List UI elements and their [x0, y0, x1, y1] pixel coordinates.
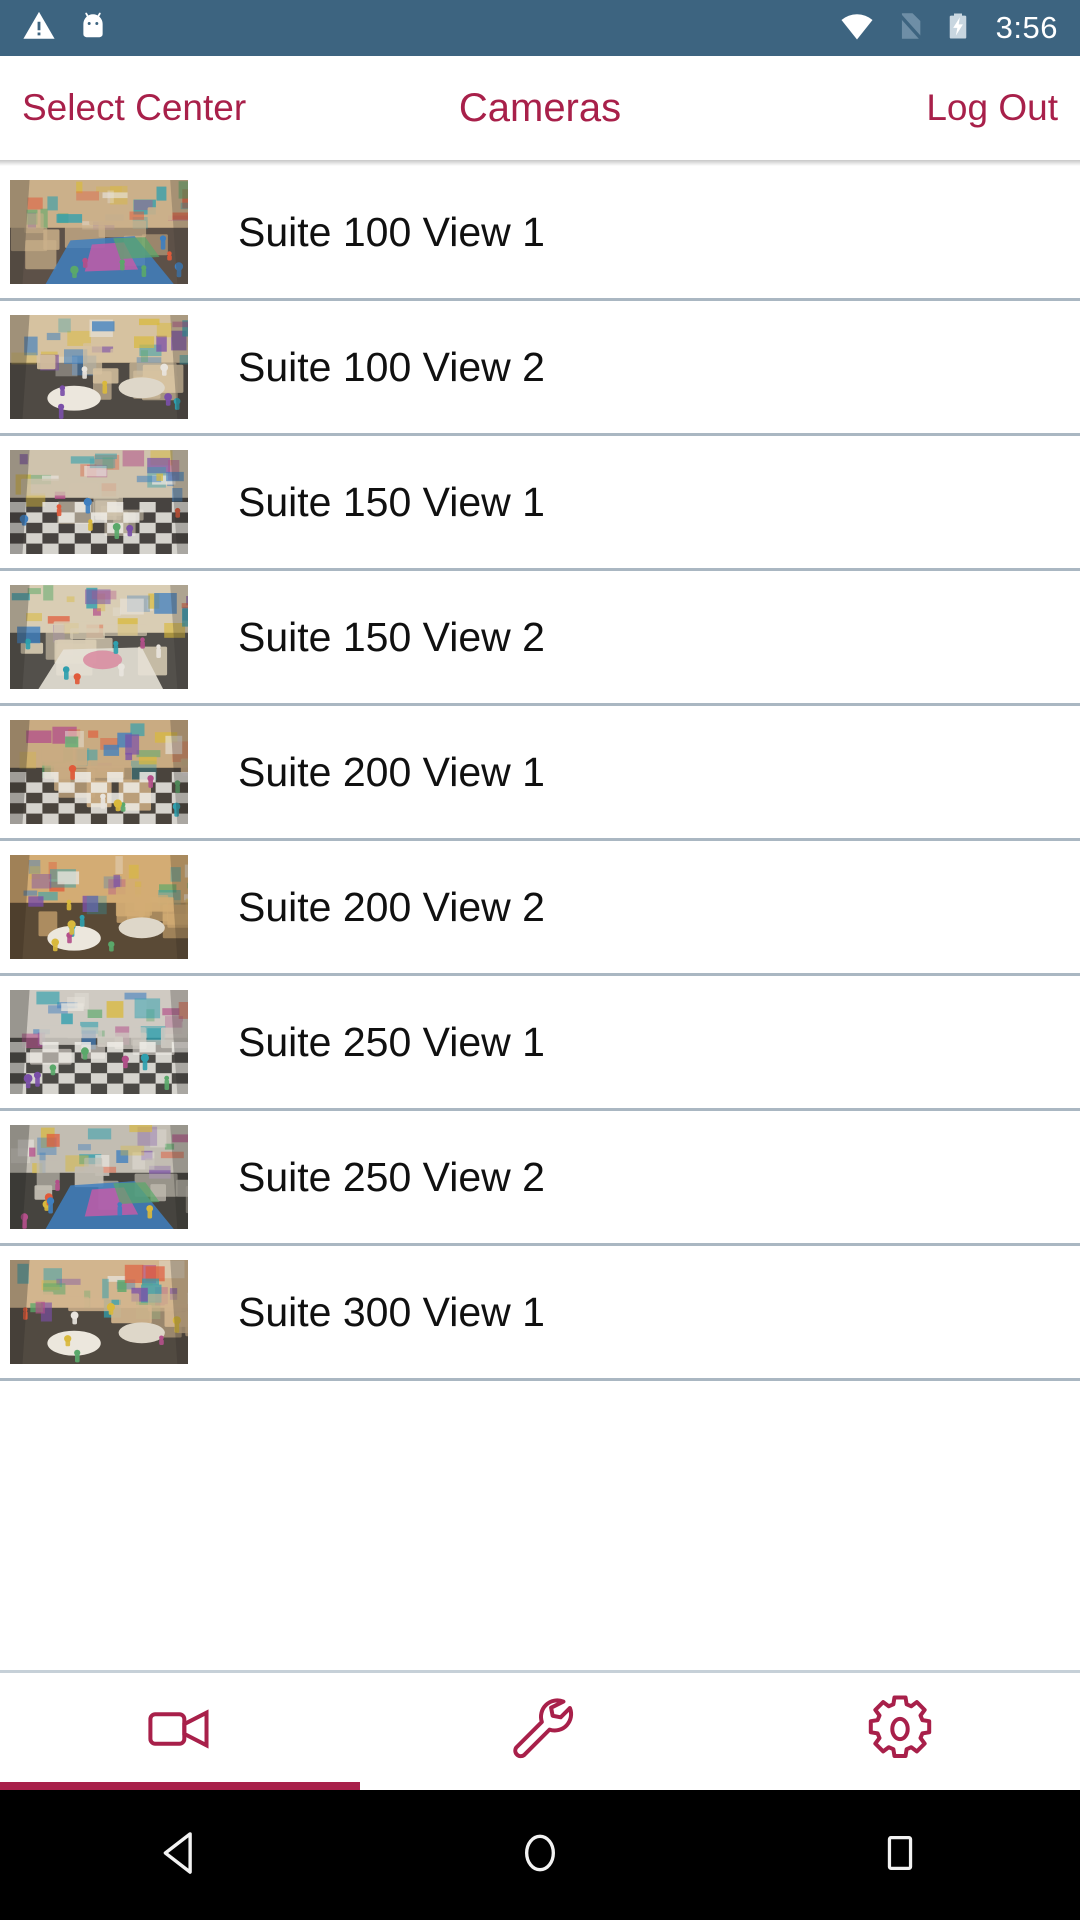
battery-charging-icon	[942, 10, 974, 47]
triangle-back-icon	[153, 1826, 207, 1885]
camera-name-label: Suite 100 View 2	[238, 343, 545, 390]
android-home-button[interactable]	[360, 1828, 720, 1883]
camera-name-label: Suite 150 View 1	[238, 478, 545, 525]
select-center-button[interactable]: Select Center	[22, 87, 246, 129]
no-sim-icon	[892, 9, 926, 48]
camera-list-item[interactable]: Suite 300 View 1	[0, 1246, 1080, 1381]
camera-name-label: Suite 250 View 1	[238, 1018, 545, 1065]
camera-name-label: Suite 300 View 1	[238, 1288, 545, 1335]
camera-thumbnail	[10, 180, 188, 284]
camera-list-item[interactable]: Suite 250 View 1	[0, 976, 1080, 1111]
camera-thumbnail	[10, 855, 188, 959]
video-camera-icon	[143, 1692, 217, 1771]
camera-name-label: Suite 100 View 1	[238, 208, 545, 255]
circle-home-icon	[515, 1828, 565, 1883]
active-tab-indicator	[0, 1782, 360, 1790]
camera-thumbnail	[10, 990, 188, 1094]
app-root: 3:56 Select Center Cameras Log Out Suite…	[0, 0, 1080, 1920]
camera-list[interactable]: Suite 100 View 1 Suite 100 View 2 Suite 15…	[0, 166, 1080, 1670]
camera-list-item[interactable]: Suite 100 View 1	[0, 166, 1080, 301]
camera-list-item[interactable]: Suite 100 View 2	[0, 301, 1080, 436]
android-back-button[interactable]	[0, 1826, 360, 1885]
wrench-icon	[503, 1692, 577, 1771]
warning-triangle-icon	[22, 9, 56, 48]
camera-name-label: Suite 200 View 1	[238, 748, 545, 795]
camera-thumbnail	[10, 450, 188, 554]
camera-list-item[interactable]: Suite 200 View 2	[0, 841, 1080, 976]
log-out-button[interactable]: Log Out	[926, 87, 1058, 129]
tab-settings[interactable]	[720, 1673, 1080, 1790]
status-bar-right-icons: 3:56	[838, 7, 1058, 50]
android-system-nav	[0, 1790, 1080, 1920]
camera-name-label: Suite 250 View 2	[238, 1153, 545, 1200]
camera-list-item[interactable]: Suite 200 View 1	[0, 706, 1080, 841]
android-bugdroid-icon	[76, 9, 110, 48]
status-bar-clock: 3:56	[995, 10, 1058, 45]
camera-list-item[interactable]: Suite 150 View 1	[0, 436, 1080, 571]
camera-thumbnail	[10, 315, 188, 419]
square-recents-icon	[877, 1830, 923, 1881]
app-navigation-bar: Select Center Cameras Log Out	[0, 56, 1080, 160]
gear-icon	[863, 1692, 937, 1771]
android-status-bar: 3:56	[0, 0, 1080, 56]
camera-name-label: Suite 150 View 2	[238, 613, 545, 660]
camera-thumbnail	[10, 1260, 188, 1364]
camera-list-item[interactable]: Suite 150 View 2	[0, 571, 1080, 706]
camera-thumbnail	[10, 1125, 188, 1229]
status-bar-left-icons	[22, 9, 110, 48]
bottom-tab-bar	[0, 1670, 1080, 1790]
camera-list-item[interactable]: Suite 250 View 2	[0, 1111, 1080, 1246]
tab-cameras[interactable]	[0, 1673, 360, 1790]
camera-thumbnail	[10, 585, 188, 689]
camera-thumbnail	[10, 720, 188, 824]
camera-name-label: Suite 200 View 2	[238, 883, 545, 930]
android-recents-button[interactable]	[720, 1830, 1080, 1881]
wifi-icon	[838, 7, 876, 50]
tab-tools[interactable]	[360, 1673, 720, 1790]
